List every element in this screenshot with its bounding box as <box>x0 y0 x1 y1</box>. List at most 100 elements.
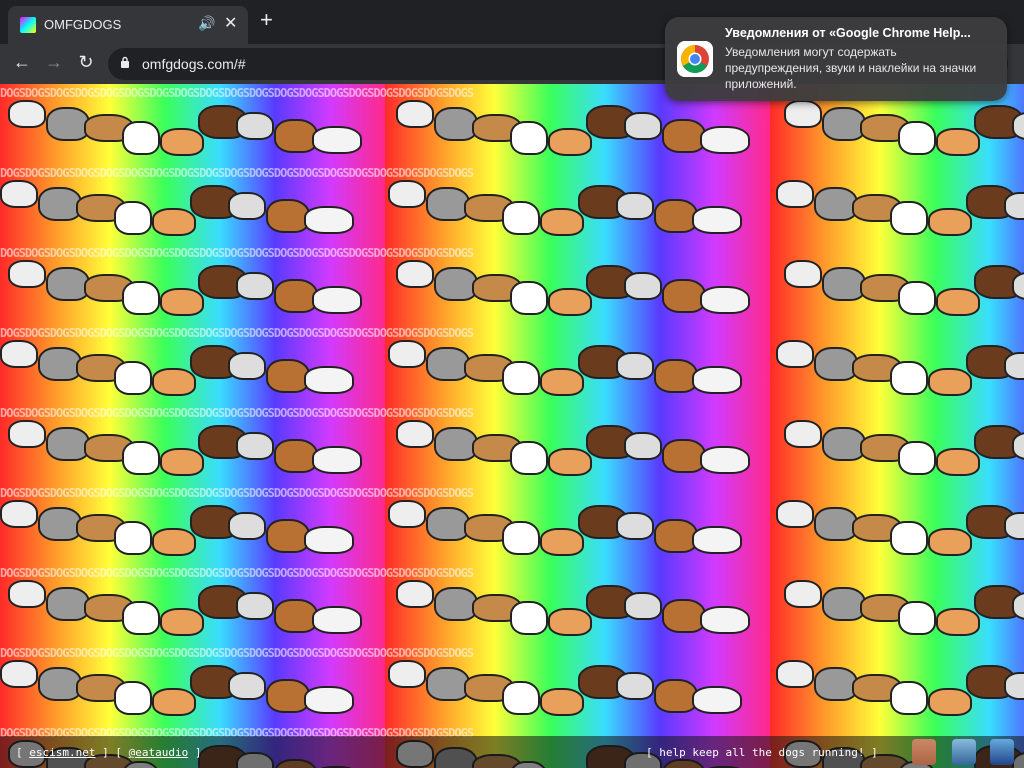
dogs-text-row: DOGSDOGSDOGSDOGSDOGSDOGSDOGSDOGSDOGSDOGS… <box>0 566 474 578</box>
dog-sprite <box>236 112 274 140</box>
dog-sprite <box>616 352 654 380</box>
dog-sprite <box>160 448 204 476</box>
footer-links: [ escism.net ] [ @eataudio ] <box>16 746 201 759</box>
dog-sprite <box>540 208 584 236</box>
omfgdogs-canvas: DOGSDOGSDOGSDOGSDOGSDOGSDOGSDOGSDOGSDOGS… <box>0 84 1024 768</box>
dog-sprite <box>1004 192 1024 220</box>
dog-sprite <box>312 606 362 634</box>
dog-sprite <box>548 608 592 636</box>
dog-sprite <box>776 660 814 688</box>
dog-sprite <box>122 601 160 635</box>
dog-sprite <box>624 272 662 300</box>
close-icon[interactable]: ✕ <box>224 13 237 33</box>
dog-sprite <box>692 366 742 394</box>
dog-sprite <box>312 286 362 314</box>
dog-sprite <box>928 368 972 396</box>
dog-sprite <box>928 688 972 716</box>
dogs-text-row: DOGSDOGSDOGSDOGSDOGSDOGSDOGSDOGSDOGSDOGS… <box>0 166 474 178</box>
favicon-icon <box>20 17 36 33</box>
dog-sprite <box>502 201 540 235</box>
new-tab-button[interactable]: + <box>260 9 273 31</box>
dog-sprite <box>236 432 274 460</box>
notification-popup[interactable]: Уведомления от «Google Chrome Help... Ув… <box>665 17 1007 101</box>
dogs-text-row: DOGSDOGSDOGSDOGSDOGSDOGSDOGSDOGSDOGSDOGS… <box>0 646 474 658</box>
dog-sprite <box>160 128 204 156</box>
dog-sprite <box>304 206 354 234</box>
dog-sprite <box>1004 672 1024 700</box>
dog-sprite <box>624 112 662 140</box>
dog-sprite <box>692 206 742 234</box>
dog-sprite <box>396 420 434 448</box>
share-icon[interactable] <box>952 739 976 765</box>
dog-sprite <box>8 580 46 608</box>
dog-sprite <box>700 446 750 474</box>
dog-sprite <box>502 681 540 715</box>
speaker-icon[interactable]: 🔊 <box>198 15 215 32</box>
dog-sprite <box>540 368 584 396</box>
dog-sprite <box>8 260 46 288</box>
dog-sprite <box>236 592 274 620</box>
social-icon[interactable] <box>990 739 1014 765</box>
dog-sprite <box>776 500 814 528</box>
dogs-text-row: DOGSDOGSDOGSDOGSDOGSDOGSDOGSDOGSDOGSDOGS… <box>0 406 474 418</box>
dog-sprite <box>540 688 584 716</box>
dog-sprite <box>0 180 38 208</box>
bracket-text: [ <box>16 746 30 759</box>
dogs-text-row: DOGSDOGSDOGSDOGSDOGSDOGSDOGSDOGSDOGSDOGS… <box>0 326 474 338</box>
dog-sprite <box>928 528 972 556</box>
dog-sprite <box>784 420 822 448</box>
dog-sprite <box>160 288 204 316</box>
dog-icon[interactable] <box>912 739 936 765</box>
dog-sprite <box>228 512 266 540</box>
dog-sprite <box>510 121 548 155</box>
dog-sprite <box>616 192 654 220</box>
dogs-text-row: DOGSDOGSDOGSDOGSDOGSDOGSDOGSDOGSDOGSDOGS… <box>0 246 474 258</box>
dog-sprite <box>624 592 662 620</box>
tab-omfgdogs[interactable]: OMFGDOGS 🔊 ✕ <box>8 6 248 44</box>
dog-sprite <box>692 526 742 554</box>
dog-sprite <box>898 281 936 315</box>
dog-sprite <box>388 500 426 528</box>
chrome-icon <box>677 41 713 77</box>
dog-sprite <box>700 126 750 154</box>
dog-sprite <box>784 260 822 288</box>
eataudio-link[interactable]: @eataudio <box>129 746 189 759</box>
dog-sprite <box>8 420 46 448</box>
dog-sprite <box>0 500 38 528</box>
dog-sprite <box>890 521 928 555</box>
dog-sprite <box>624 432 662 460</box>
dog-sprite <box>700 286 750 314</box>
dog-sprite <box>776 340 814 368</box>
forward-icon[interactable]: → <box>42 52 66 73</box>
dog-sprite <box>114 361 152 395</box>
dog-sprite <box>8 100 46 128</box>
dog-sprite <box>776 180 814 208</box>
dog-sprite <box>890 361 928 395</box>
dog-sprite <box>936 128 980 156</box>
dog-sprite <box>236 272 274 300</box>
dog-sprite <box>388 180 426 208</box>
dog-sprite <box>700 606 750 634</box>
dog-sprite <box>928 208 972 236</box>
footer-bar: [ escism.net ] [ @eataudio ] [ help keep… <box>0 736 1024 768</box>
escism-link[interactable]: escism.net <box>29 746 95 759</box>
reload-icon[interactable]: ↻ <box>74 52 98 73</box>
dog-sprite <box>0 660 38 688</box>
dog-sprite <box>540 528 584 556</box>
bracket-text: ] <box>188 746 202 759</box>
dog-sprite <box>898 121 936 155</box>
dog-sprite <box>396 100 434 128</box>
dog-sprite <box>304 686 354 714</box>
donate-text[interactable]: [ help keep all the dogs running! ] <box>646 746 878 759</box>
dog-sprite <box>114 521 152 555</box>
bracket-text: ] [ <box>95 746 129 759</box>
dog-sprite <box>890 201 928 235</box>
dog-sprite <box>936 288 980 316</box>
back-icon[interactable]: ← <box>10 52 34 73</box>
dog-sprite <box>510 281 548 315</box>
dog-sprite <box>388 660 426 688</box>
dog-sprite <box>114 681 152 715</box>
dog-sprite <box>396 580 434 608</box>
dog-sprite <box>692 686 742 714</box>
dog-sprite <box>312 126 362 154</box>
